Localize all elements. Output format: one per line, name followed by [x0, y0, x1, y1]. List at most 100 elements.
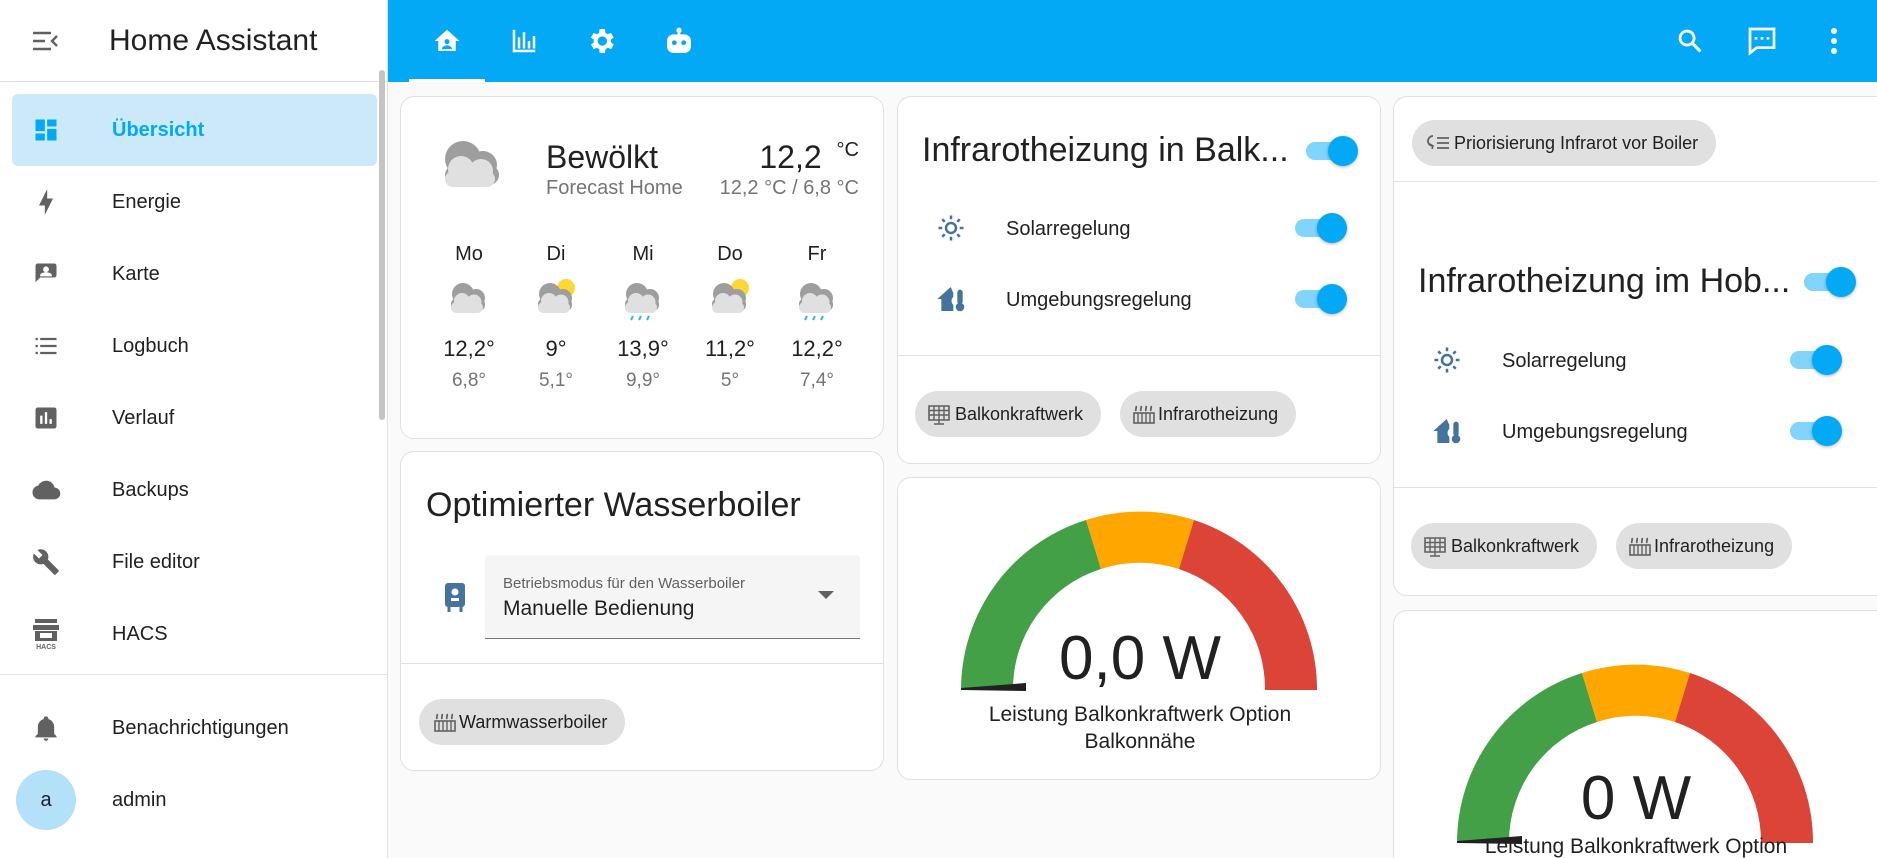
gauge-value: 0 W: [1580, 764, 1692, 833]
forecast-day: Di 9° 5,1°: [513, 243, 599, 392]
chip-label: Balkonkraftwerk: [1451, 535, 1580, 556]
weather-card[interactable]: Bewölkt Forecast Home 12,2 °C 12,2 °C / …: [400, 96, 884, 439]
umgebungsregelung-toggle[interactable]: [1293, 282, 1349, 314]
chip-balkonkraftwerk[interactable]: Balkonkraftwerk: [1411, 523, 1598, 569]
tab-home[interactable]: [409, 0, 485, 82]
hacs-store-icon: HACS: [24, 612, 68, 656]
chip-infrarotheizung[interactable]: Infrarotheizung: [1616, 523, 1793, 569]
wrench-icon: [24, 540, 68, 584]
chip-label: Infrarotheizung: [1654, 535, 1775, 556]
row-label-solarregelung: Solarregelung: [1502, 350, 1627, 372]
search-button[interactable]: [1666, 17, 1714, 65]
solar-power-icon: [1432, 345, 1462, 380]
chip-priorisierung[interactable]: Priorisierung Infrarot vor Boiler: [1412, 120, 1717, 166]
menu-collapse-icon[interactable]: [21, 17, 69, 65]
chip-balkonkraftwerk[interactable]: Balkonkraftwerk: [915, 391, 1102, 437]
gauge-card-hobby[interactable]: 0 W Leistung Balkonkraftwerk Option: [1393, 610, 1877, 858]
chip-warmwasserboiler[interactable]: Warmwasserboiler: [419, 699, 626, 745]
row-label-solarregelung: Solarregelung: [1006, 218, 1131, 240]
forecast-day-label: Do: [717, 243, 743, 265]
forecast-day: Fr 12,2° 7,4°: [774, 243, 860, 392]
gauge-name: Leistung Balkonkraftwerk Option Balkonnä…: [988, 703, 1292, 753]
sidebar-item-hacs[interactable]: HACS HACS: [12, 598, 377, 670]
sidebar-item-label: Karte: [112, 262, 160, 285]
solarregelung-toggle[interactable]: [1788, 343, 1844, 375]
card-divider: [1394, 181, 1877, 182]
home-thermometer-icon: [936, 283, 968, 320]
balkon-main-toggle[interactable]: [1304, 134, 1360, 166]
rainy-icon: [600, 266, 686, 322]
sidebar-item-file-editor[interactable]: File editor: [12, 526, 377, 598]
forecast-day: Mo 12,2° 6,8°: [426, 243, 512, 392]
avatar: a: [16, 770, 76, 830]
sidebar-item-label: Übersicht: [112, 118, 205, 141]
balkon-card-title: Infrarotheizung in Balk...: [922, 131, 1289, 169]
forecast-low: 6,8°: [451, 370, 486, 391]
weather-temperature-row: 12,2 °C: [759, 139, 859, 176]
forecast-high: 13,9°: [617, 336, 669, 361]
sidebar-item-label: HACS: [112, 622, 168, 645]
chip-label: Priorisierung Infrarot vor Boiler: [1454, 132, 1699, 153]
cloud-icon: [24, 468, 68, 512]
forecast-day-label: Fr: [807, 243, 827, 265]
sidebar-item-karte[interactable]: Karte: [12, 238, 377, 310]
search-icon: [1678, 29, 1702, 53]
partly-cloudy-icon: [513, 266, 599, 322]
history-chart-icon: [24, 396, 68, 440]
forecast-high: 12,2°: [791, 336, 843, 361]
forecast-low: 9,9°: [625, 370, 660, 391]
sidebar-bottom: Benachrichtigungen a admin: [0, 692, 388, 836]
tab-robot[interactable]: [641, 0, 717, 82]
robot-icon: [667, 27, 691, 53]
chip-label: Infrarotheizung: [1158, 403, 1279, 424]
cloudy-icon: [431, 131, 515, 196]
hobby-main-toggle[interactable]: [1802, 265, 1858, 297]
sidebar-item-verlauf[interactable]: Verlauf: [12, 382, 377, 454]
priority-list-icon: [1427, 135, 1449, 150]
sidebar-divider: [0, 674, 388, 675]
row-label-umgebungsregelung: Umgebungsregelung: [1502, 421, 1688, 443]
card-divider: [401, 663, 883, 664]
sidebar-item-notifications[interactable]: Benachrichtigungen: [12, 692, 378, 764]
app-title: Home Assistant: [109, 23, 318, 57]
boiler-mode-select[interactable]: Betriebsmodus für den Wasserboiler Manue…: [485, 555, 860, 639]
tab-energy[interactable]: [486, 0, 562, 82]
chip-infrarotheizung[interactable]: Infrarotheizung: [1120, 391, 1297, 437]
heating-coil-icon: [1629, 537, 1651, 556]
bell-icon: [24, 706, 68, 750]
assist-chat-icon: [1748, 27, 1776, 56]
more-button[interactable]: [1810, 17, 1858, 65]
sidebar-item-uebersicht[interactable]: Übersicht: [12, 94, 377, 166]
chip-label: Balkonkraftwerk: [955, 403, 1084, 424]
sidebar-item-backups[interactable]: Backups: [12, 454, 377, 526]
more-vertical-icon: [1831, 28, 1837, 54]
gauge-card-balkon[interactable]: 0,0 W Leistung Balkonkraftwerk Option Ba…: [897, 477, 1381, 780]
sidebar-item-user[interactable]: a admin: [12, 764, 378, 836]
gauge-value: 0,0 W: [1059, 624, 1221, 693]
heating-coil-icon: [1133, 405, 1155, 424]
chevron-down-icon: [818, 591, 834, 599]
select-value: Manuelle Bedienung: [503, 597, 695, 620]
forecast-day-label: Di: [546, 243, 566, 265]
sidebar-scrollbar[interactable]: [379, 70, 385, 420]
solar-panel-icon: [1424, 537, 1446, 557]
forecast-low: 7,4°: [799, 370, 834, 391]
solarregelung-toggle[interactable]: [1293, 211, 1349, 243]
sidebar-item-label: Verlauf: [112, 406, 175, 429]
umgebungsregelung-toggle[interactable]: [1788, 414, 1844, 446]
sidebar-item-energie[interactable]: Energie: [12, 166, 377, 238]
energy-chart-icon: [512, 29, 536, 53]
assist-button[interactable]: [1738, 17, 1786, 65]
card-divider: [1394, 487, 1877, 488]
sidebar-nav: Übersicht Energie Karte Logbuch Verlauf …: [0, 70, 387, 670]
row-label-umgebungsregelung: Umgebungsregelung: [1006, 289, 1192, 311]
forecast-high: 11,2°: [705, 336, 755, 361]
tab-settings[interactable]: [563, 0, 639, 82]
sidebar-item-label: Benachrichtigungen: [112, 716, 289, 739]
sidebar-item-logbuch[interactable]: Logbuch: [12, 310, 377, 382]
sidebar-item-label: File editor: [112, 550, 200, 573]
forecast-high: 12,2°: [443, 336, 495, 361]
boiler-card-title: Optimierter Wasserboiler: [426, 486, 801, 524]
home-icon: [434, 29, 460, 51]
infrared-hobby-card: Priorisierung Infrarot vor Boiler Infrar…: [1393, 96, 1877, 596]
